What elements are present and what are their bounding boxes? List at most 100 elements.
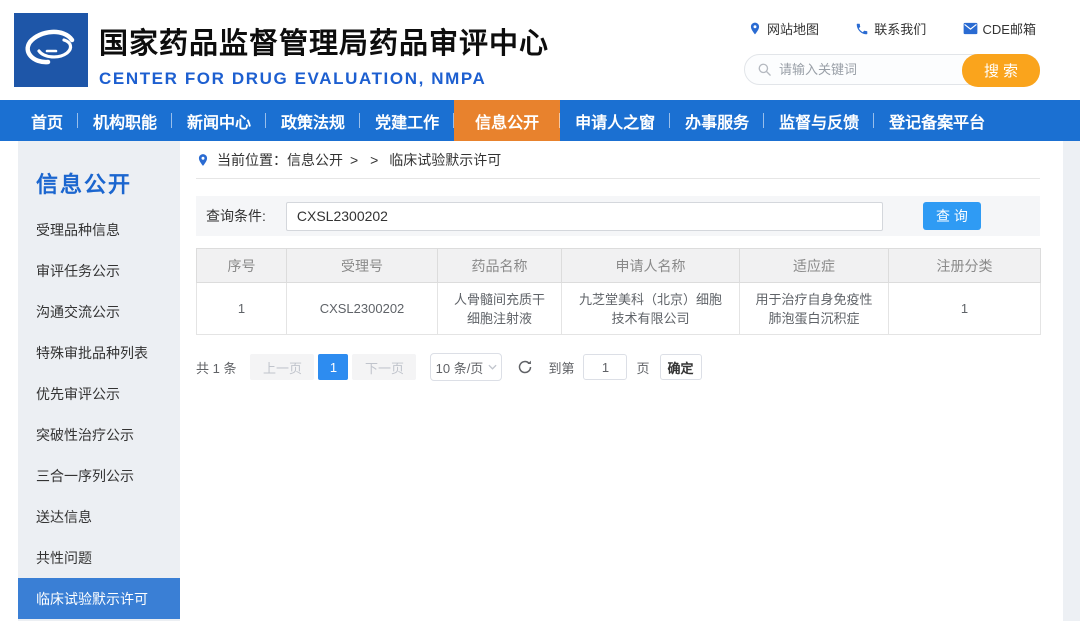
sidebar-item[interactable]: 突破性治疗公示 bbox=[18, 414, 180, 455]
breadcrumb-separator: > > bbox=[350, 152, 382, 168]
table-cell: 人骨髓间充质干细胞注射液 bbox=[438, 283, 562, 335]
query-form: 查询条件: 查 询 bbox=[196, 196, 1040, 236]
table-cell: 九芝堂美科（北京）细胞技术有限公司 bbox=[562, 283, 740, 335]
right-gutter bbox=[1063, 141, 1080, 621]
sidebar-item-label: 三合一序列公示 bbox=[36, 466, 134, 486]
site-subtitle: CENTER FOR DRUG EVALUATION, NMPA bbox=[99, 69, 549, 89]
table-cell: 1 bbox=[889, 283, 1041, 335]
nav-item-label: 机构职能 bbox=[93, 109, 157, 133]
sidebar-item-label: 审评任务公示 bbox=[36, 261, 120, 281]
confirm-button[interactable]: 确定 bbox=[660, 354, 702, 380]
query-label: 查询条件: bbox=[206, 206, 266, 226]
nav-item[interactable]: 登记备案平台 bbox=[874, 100, 1000, 141]
page-size-value: 10 条/页 bbox=[436, 358, 484, 377]
nav-item[interactable]: 办事服务 bbox=[670, 100, 764, 141]
results-table: 序号受理号药品名称申请人名称适应症注册分类 1CXSL2300202人骨髓间充质… bbox=[196, 248, 1041, 335]
page-number-button[interactable]: 1 bbox=[318, 354, 348, 380]
next-page-button[interactable]: 下一页 bbox=[352, 354, 416, 380]
quick-links: 网站地图 联系我们 CDE邮箱 bbox=[744, 19, 1040, 38]
nav-item-label: 办事服务 bbox=[685, 109, 749, 133]
sidebar-item-label: 送达信息 bbox=[36, 507, 92, 527]
main-content: 当前位置：信息公开 > > 临床试验默示许可 查询条件: 查 询 bbox=[196, 141, 1040, 621]
breadcrumb-prefix: 当前位置：信息公开 bbox=[217, 150, 343, 170]
cde-mail-label: CDE邮箱 bbox=[983, 19, 1036, 38]
nav-item-label: 申请人之窗 bbox=[575, 109, 655, 133]
page-size-select[interactable]: 10 条/页 bbox=[430, 353, 502, 381]
nav-item[interactable]: 申请人之窗 bbox=[560, 100, 670, 141]
nav-item-label: 党建工作 bbox=[375, 109, 439, 133]
header-right: 网站地图 联系我们 CDE邮箱 bbox=[744, 19, 1040, 85]
sidebar-item[interactable]: 送达信息 bbox=[18, 496, 180, 537]
sidebar-item[interactable]: 共性问题 bbox=[18, 537, 180, 578]
nav-item-label: 信息公开 bbox=[475, 109, 539, 133]
body-region: 信息公开 受理品种信息审评任务公示沟通交流公示特殊审批品种列表优先审评公示突破性… bbox=[0, 141, 1080, 621]
nav-item-label: 新闻中心 bbox=[187, 109, 251, 133]
total-count: 共 1 条 bbox=[196, 358, 236, 377]
contact-us-label: 联系我们 bbox=[874, 19, 926, 38]
sidebar-items: 受理品种信息审评任务公示沟通交流公示特殊审批品种列表优先审评公示突破性治疗公示三… bbox=[18, 209, 180, 619]
content-wrap: 信息公开 受理品种信息审评任务公示沟通交流公示特殊审批品种列表优先审评公示突破性… bbox=[0, 141, 1063, 621]
envelope-icon bbox=[963, 22, 978, 35]
sidebar-item-label: 临床试验默示许可 bbox=[36, 589, 148, 609]
table-header-cell: 适应症 bbox=[740, 249, 889, 283]
table-body: 1CXSL2300202人骨髓间充质干细胞注射液九芝堂美科（北京）细胞技术有限公… bbox=[197, 283, 1041, 335]
table-cell: 1 bbox=[197, 283, 287, 335]
sitemap-link[interactable]: 网站地图 bbox=[748, 19, 819, 38]
nav-item[interactable]: 首页 bbox=[16, 100, 78, 141]
table-header-cell: 申请人名称 bbox=[562, 249, 740, 283]
nav-item-label: 政策法规 bbox=[281, 109, 345, 133]
brand: 国家药品监督管理局药品审评中心 CENTER FOR DRUG EVALUATI… bbox=[14, 13, 549, 89]
site-title: 国家药品监督管理局药品审评中心 bbox=[99, 20, 549, 62]
table-cell: CXSL2300202 bbox=[287, 283, 438, 335]
sidebar-item-label: 特殊审批品种列表 bbox=[36, 343, 148, 363]
nav-item[interactable]: 新闻中心 bbox=[172, 100, 266, 141]
cde-mail-link[interactable]: CDE邮箱 bbox=[963, 19, 1036, 38]
sidebar-item[interactable]: 审评任务公示 bbox=[18, 250, 180, 291]
sidebar-item-label: 共性问题 bbox=[36, 548, 92, 568]
refresh-button[interactable] bbox=[517, 359, 533, 375]
sidebar-item[interactable]: 沟通交流公示 bbox=[18, 291, 180, 332]
query-button[interactable]: 查 询 bbox=[923, 202, 981, 230]
table-header-cell: 药品名称 bbox=[438, 249, 562, 283]
table-header-cell: 序号 bbox=[197, 249, 287, 283]
brand-text: 国家药品监督管理局药品审评中心 CENTER FOR DRUG EVALUATI… bbox=[99, 13, 549, 89]
chevron-down-icon bbox=[488, 364, 497, 370]
breadcrumb-current: 临床试验默示许可 bbox=[389, 150, 501, 170]
goto-page-suffix: 页 bbox=[636, 358, 649, 377]
nav-item[interactable]: 政策法规 bbox=[266, 100, 360, 141]
table-row: 1CXSL2300202人骨髓间充质干细胞注射液九芝堂美科（北京）细胞技术有限公… bbox=[197, 283, 1041, 335]
sidebar-item[interactable]: 临床试验默示许可 bbox=[18, 578, 180, 619]
nav-item[interactable]: 党建工作 bbox=[360, 100, 454, 141]
page: 国家药品监督管理局药品审评中心 CENTER FOR DRUG EVALUATI… bbox=[0, 0, 1080, 621]
cde-logo-swirl-icon bbox=[14, 13, 88, 87]
pagination: 共 1 条 上一页 1 下一页 10 条/页 bbox=[196, 353, 1040, 381]
sidebar: 信息公开 受理品种信息审评任务公示沟通交流公示特殊审批品种列表优先审评公示突破性… bbox=[18, 141, 180, 621]
sidebar-item-label: 优先审评公示 bbox=[36, 384, 120, 404]
cde-logo bbox=[14, 13, 88, 87]
top-header: 国家药品监督管理局药品审评中心 CENTER FOR DRUG EVALUATI… bbox=[0, 0, 1080, 100]
table-header-cell: 受理号 bbox=[287, 249, 438, 283]
sidebar-item[interactable]: 受理品种信息 bbox=[18, 209, 180, 250]
sidebar-item[interactable]: 优先审评公示 bbox=[18, 373, 180, 414]
refresh-icon bbox=[517, 359, 533, 375]
goto-page-input[interactable] bbox=[583, 354, 627, 380]
nav-item[interactable]: 信息公开 bbox=[454, 100, 560, 141]
contact-us-link[interactable]: 联系我们 bbox=[855, 19, 926, 38]
table-header-cell: 注册分类 bbox=[889, 249, 1041, 283]
sidebar-item[interactable]: 三合一序列公示 bbox=[18, 455, 180, 496]
sidebar-item-label: 沟通交流公示 bbox=[36, 302, 120, 322]
search-button[interactable]: 搜索 bbox=[962, 54, 1040, 87]
nav-item-label: 监督与反馈 bbox=[779, 109, 859, 133]
nav-item[interactable]: 机构职能 bbox=[78, 100, 172, 141]
nav-item-label: 首页 bbox=[31, 109, 63, 133]
location-pin-icon bbox=[748, 21, 762, 36]
nav-item-label: 登记备案平台 bbox=[889, 109, 985, 133]
phone-icon bbox=[855, 22, 869, 36]
table-header-row: 序号受理号药品名称申请人名称适应症注册分类 bbox=[197, 249, 1041, 283]
sidebar-item-label: 受理品种信息 bbox=[36, 220, 120, 240]
prev-page-button[interactable]: 上一页 bbox=[250, 354, 314, 380]
search-icon bbox=[757, 62, 772, 77]
sidebar-item[interactable]: 特殊审批品种列表 bbox=[18, 332, 180, 373]
query-input[interactable] bbox=[286, 202, 883, 231]
nav-item[interactable]: 监督与反馈 bbox=[764, 100, 874, 141]
